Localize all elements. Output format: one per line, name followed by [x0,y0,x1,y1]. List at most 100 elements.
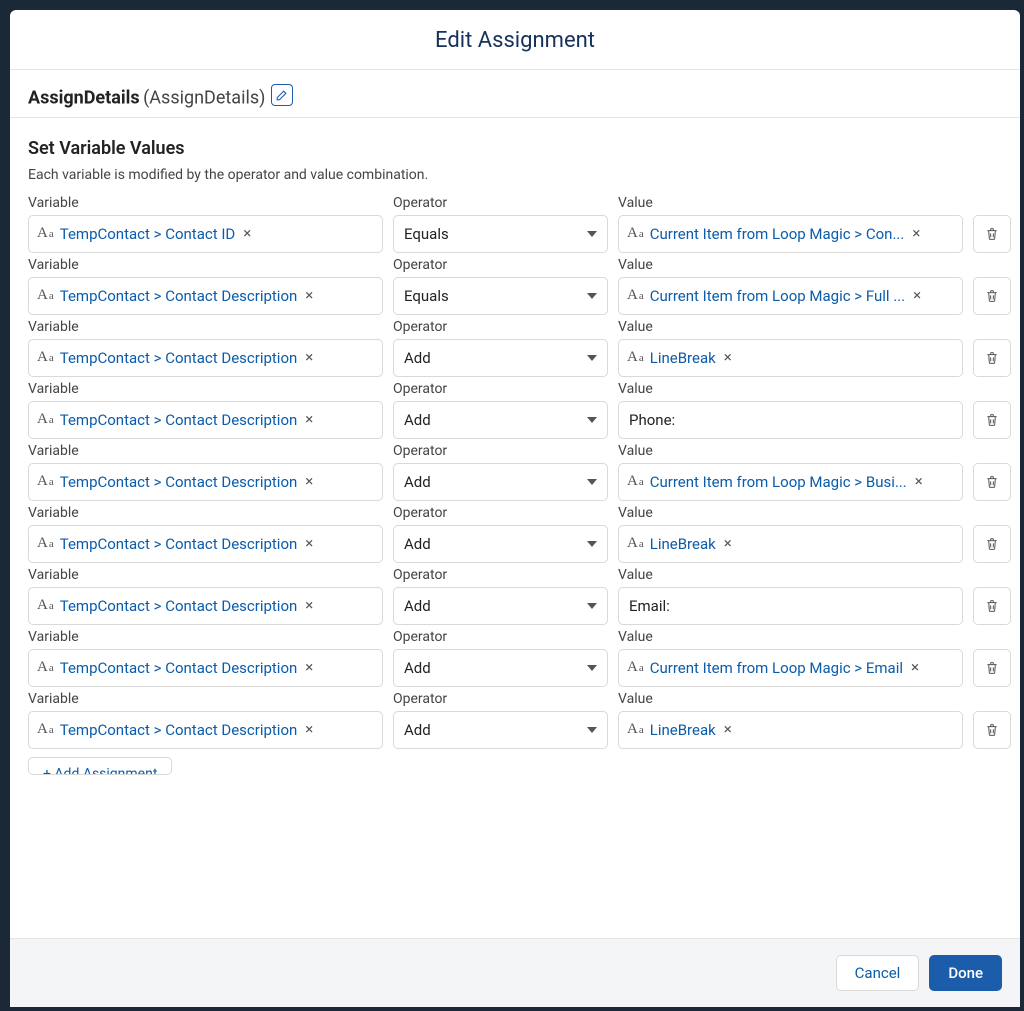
variable-input[interactable]: Aa TempContact > Contact ID × [28,215,383,253]
assignment-rows: VariableAaTempContact > Contact ID×Opera… [28,195,1002,749]
app-backdrop: Edit Assignment AssignDetails (AssignDet… [0,0,1024,1011]
variable-input[interactable]: AaTempContact > Contact Description× [28,401,383,439]
chevron-down-icon [587,727,597,733]
operator-select[interactable]: Add [393,339,608,377]
text-type-icon: Aa [627,350,644,365]
clear-value-icon[interactable]: × [912,226,920,241]
clear-variable-icon[interactable]: × [305,536,313,551]
text-type-icon: Aa [627,722,644,737]
add-assignment-button[interactable]: + Add Assignment [28,757,172,775]
value-input[interactable]: AaLineBreak× [618,525,963,563]
delete-row-button[interactable] [973,215,1011,253]
variable-token: TempContact > Contact Description [60,287,298,305]
delete-row-button[interactable] [973,649,1011,687]
variable-token: TempContact > Contact Description [60,535,298,553]
delete-row-button[interactable] [973,525,1011,563]
clear-variable-icon[interactable]: × [305,598,313,613]
trash-icon [984,288,1000,304]
clear-value-icon[interactable]: × [911,660,919,675]
chevron-down-icon [587,417,597,423]
delete-row-button[interactable] [973,339,1011,377]
assignment-row: VariableAaTempContact > Contact Descript… [28,629,1002,687]
value-input[interactable]: AaLineBreak× [618,711,963,749]
chevron-down-icon [587,541,597,547]
variable-input[interactable]: AaTempContact > Contact Description× [28,711,383,749]
text-type-icon: Aa [627,660,644,675]
operator-value: Equals [404,287,449,305]
clear-variable-icon[interactable]: × [305,350,313,365]
clear-variable-icon[interactable]: × [305,474,313,489]
text-type-icon: Aa [37,722,54,737]
value-input[interactable]: Phone: [618,401,963,439]
operator-select[interactable]: Add [393,463,608,501]
value-input[interactable]: AaLineBreak× [618,339,963,377]
text-type-icon: Aa [37,350,54,365]
clear-value-icon[interactable]: × [724,536,732,551]
variable-token: TempContact > Contact Description [60,349,298,367]
value-input[interactable]: AaCurrent Item from Loop Magic > Email× [618,649,963,687]
done-button[interactable]: Done [929,955,1002,991]
clear-value-icon[interactable]: × [915,474,923,489]
variable-input[interactable]: AaTempContact > Contact Description× [28,649,383,687]
clear-variable-icon[interactable]: × [305,660,313,675]
trash-icon [984,350,1000,366]
variable-column-label: Variable [28,691,383,707]
element-api-name: (AssignDetails) [143,88,265,109]
text-type-icon: Aa [37,288,54,303]
assignment-row: VariableAaTempContact > Contact Descript… [28,257,1002,315]
variable-input[interactable]: AaTempContact > Contact Description× [28,587,383,625]
delete-row-button[interactable] [973,711,1011,749]
operator-select[interactable]: Equals [393,215,608,253]
text-type-icon: Aa [37,474,54,489]
value-column-label: Value [618,319,963,335]
clear-variable-icon[interactable]: × [243,226,251,241]
value-input[interactable]: Email: [618,587,963,625]
delete-row-button[interactable] [973,463,1011,501]
operator-select[interactable]: Add [393,401,608,439]
delete-row-button[interactable] [973,277,1011,315]
variable-input[interactable]: Aa TempContact > Contact Description × [28,277,383,315]
section-help: Each variable is modified by the operato… [28,167,1002,183]
variable-column-label: Variable [28,443,383,459]
text-type-icon: Aa [37,226,54,241]
element-label: AssignDetails [28,88,140,109]
value-column-label: Value [618,505,963,521]
text-type-icon: Aa [37,660,54,675]
value-input[interactable]: AaCurrent Item from Loop Magic > Full ..… [618,277,963,315]
clear-variable-icon[interactable]: × [305,288,313,303]
edit-label-button[interactable] [271,84,293,106]
operator-value: Add [404,473,431,491]
assignment-row: Variable AaTempContact > Contact Descript… [28,691,1002,749]
operator-value: Add [404,349,431,367]
variable-input[interactable]: Aa TempContact > Contact Description × [28,339,383,377]
clear-value-icon[interactable]: × [913,288,921,303]
operator-value: Add [404,535,431,553]
cancel-button[interactable]: Cancel [836,955,920,991]
clear-value-icon[interactable]: × [724,350,732,365]
clear-value-icon[interactable]: × [724,722,732,737]
operator-select[interactable]: Add [393,587,608,625]
modal-body: Set Variable Values Each variable is mod… [10,118,1020,939]
operator-select[interactable]: Equals [393,277,608,315]
variable-input[interactable]: AaTempContact > Contact Description× [28,463,383,501]
element-title-row: AssignDetails (AssignDetails) [10,70,1020,118]
pencil-icon [275,89,288,102]
variable-token: TempContact > Contact ID [60,225,236,243]
clear-variable-icon[interactable]: × [305,722,313,737]
operator-select[interactable]: Add [393,525,608,563]
trash-icon [984,226,1000,242]
variable-input[interactable]: AaTempContact > Contact Description× [28,525,383,563]
value-column-label: Value [618,195,963,211]
value-input[interactable]: AaCurrent Item from Loop Magic > Con...× [618,215,963,253]
value-input[interactable]: AaCurrent Item from Loop Magic > Busi...… [618,463,963,501]
operator-select[interactable]: Add [393,649,608,687]
value-column-label: Value [618,443,963,459]
delete-row-button[interactable] [973,401,1011,439]
trash-icon [984,660,1000,676]
text-type-icon: Aa [37,598,54,613]
variable-column-label: Variable [28,567,383,583]
delete-row-button[interactable] [973,587,1011,625]
operator-select[interactable]: Add [393,711,608,749]
operator-value: Add [404,597,431,615]
clear-variable-icon[interactable]: × [305,412,313,427]
